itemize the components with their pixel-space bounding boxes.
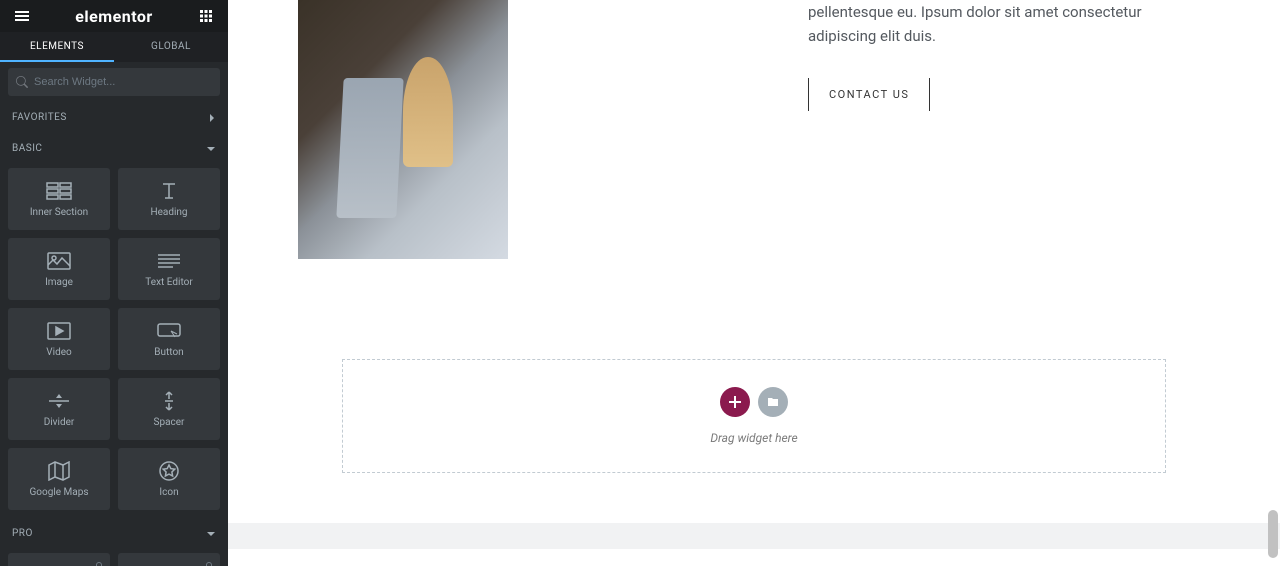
image-icon (45, 251, 73, 271)
widget-label: Video (46, 347, 71, 358)
contact-us-button[interactable]: CONTACT US (808, 78, 930, 111)
search-box (8, 68, 220, 96)
button-icon (155, 321, 183, 341)
dropzone-hint: Drag widget here (710, 431, 797, 445)
panel-tabs: ELEMENTS GLOBAL (0, 32, 228, 62)
category-label: FAVORITES (12, 112, 67, 123)
elementor-panel: elementor ELEMENTS GLOBAL FAVORITES (0, 0, 228, 566)
add-section-button[interactable] (720, 387, 750, 417)
widget-label: Button (154, 347, 183, 358)
menu-button[interactable] (10, 4, 34, 28)
grid-icon (200, 10, 212, 22)
template-library-button[interactable] (758, 387, 788, 417)
widget-label: Image (45, 277, 73, 288)
widget-heading[interactable]: Heading (118, 168, 220, 230)
widget-label: Text Editor (145, 277, 192, 288)
category-favorites[interactable]: FAVORITES (0, 102, 228, 133)
widget-inner-section[interactable]: Inner Section (8, 168, 110, 230)
widget-pro-item[interactable] (118, 553, 220, 566)
tab-global[interactable]: GLOBAL (114, 32, 228, 62)
chevron-down-icon (206, 145, 216, 153)
widget-label: Spacer (154, 417, 185, 428)
panel-header: elementor (0, 0, 228, 32)
plus-icon (729, 396, 741, 408)
widget-text-editor[interactable]: Text Editor (118, 238, 220, 300)
chevron-down-icon (206, 530, 216, 538)
category-label: PRO (12, 528, 33, 539)
widget-dropzone[interactable]: Drag widget here (342, 359, 1166, 473)
content-paragraph[interactable]: pellentesque eu. Ipsum dolor sit amet co… (808, 0, 1210, 48)
category-label: BASIC (12, 143, 42, 154)
inner-section-icon (45, 181, 73, 201)
video-icon (45, 321, 73, 341)
spacer-icon (155, 391, 183, 411)
widgets-grid-button[interactable] (194, 4, 218, 28)
widget-icon[interactable]: Icon (118, 448, 220, 510)
menu-icon (15, 9, 29, 23)
widget-button[interactable]: Button (118, 308, 220, 370)
widget-spacer[interactable]: Spacer (118, 378, 220, 440)
text-editor-icon (155, 251, 183, 271)
tab-elements[interactable]: ELEMENTS (0, 32, 114, 62)
widget-label: Google Maps (30, 487, 89, 498)
widget-divider[interactable]: Divider (8, 378, 110, 440)
widget-image[interactable]: Image (8, 238, 110, 300)
lock-icon (94, 557, 104, 566)
footer-section[interactable] (228, 523, 1280, 549)
widget-video[interactable]: Video (8, 308, 110, 370)
widget-label: Heading (150, 207, 187, 218)
search-icon (16, 76, 28, 88)
chevron-right-icon (208, 113, 216, 123)
widget-google-maps[interactable]: Google Maps (8, 448, 110, 510)
widget-pro-item[interactable] (8, 553, 110, 566)
widget-label: Icon (159, 487, 178, 498)
scrollbar-thumb[interactable] (1268, 510, 1278, 558)
heading-icon (155, 181, 183, 201)
editor-canvas[interactable]: pellentesque eu. Ipsum dolor sit amet co… (228, 0, 1280, 566)
widget-label: Inner Section (30, 207, 88, 218)
icon-icon (155, 461, 183, 481)
folder-icon (767, 396, 779, 408)
lock-icon (204, 557, 214, 566)
search-input[interactable] (34, 76, 212, 88)
category-pro[interactable]: PRO (0, 518, 228, 549)
widget-label: Divider (44, 417, 75, 428)
google-maps-icon (45, 461, 73, 481)
category-basic[interactable]: BASIC (0, 133, 228, 164)
divider-icon (45, 391, 73, 411)
logo: elementor (75, 7, 153, 26)
content-image[interactable] (298, 0, 508, 259)
